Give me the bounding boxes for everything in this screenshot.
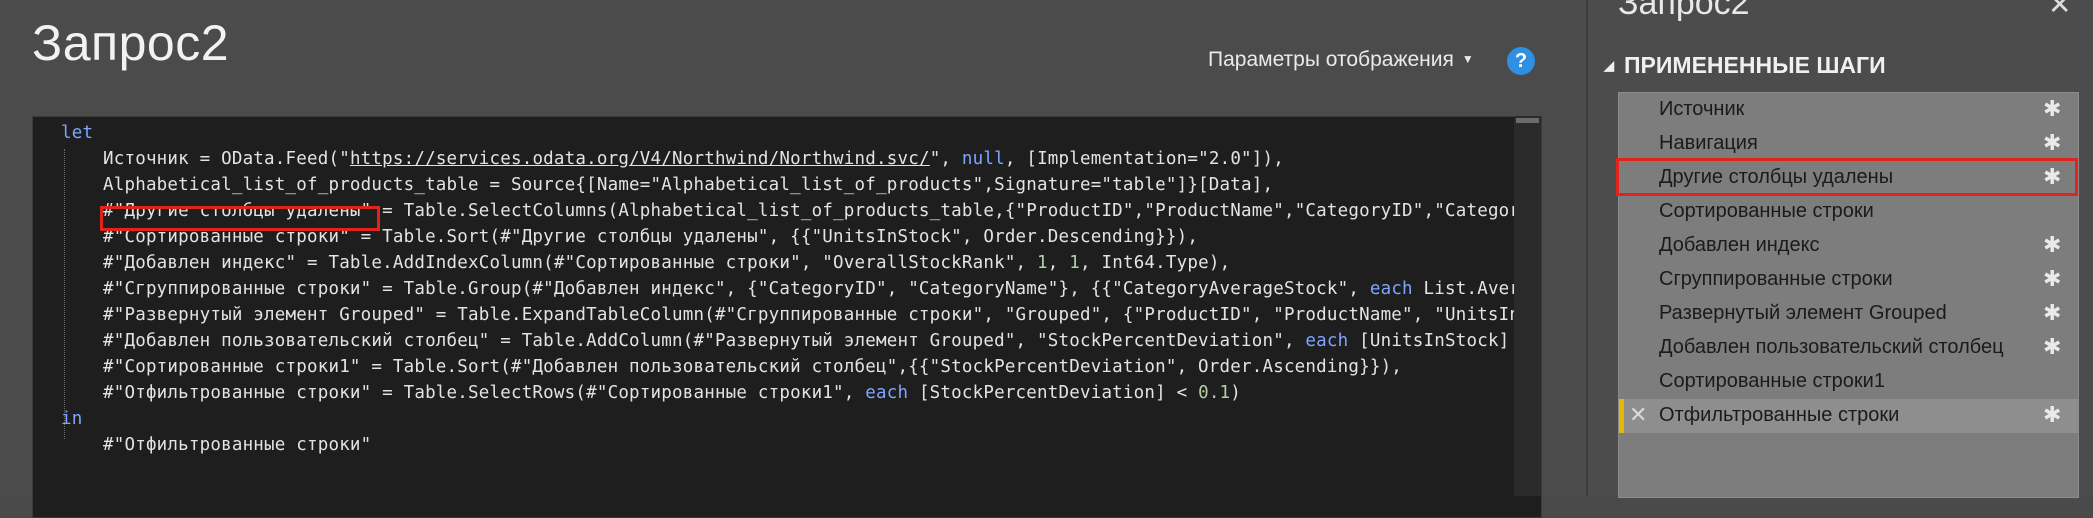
page-title: Запрос2 [32,15,230,71]
gear-icon[interactable]: ✱ [2043,232,2061,258]
chevron-down-icon: ▼ [1461,52,1474,66]
step-sorted-rows[interactable]: Сортированные строки [1619,195,2078,229]
step-navigation[interactable]: Навигация ✱ [1619,127,2078,161]
step-sorted-rows1[interactable]: Сортированные строки1 [1619,365,2078,399]
code-highlight-box [100,206,380,231]
vertical-scrollbar[interactable] [1514,116,1541,496]
step-expanded-grouped[interactable]: Развернутый элемент Grouped ✱ [1619,297,2078,331]
step-label: Сгруппированные строки [1659,268,1893,290]
scrollbar-thumb[interactable] [1516,118,1539,123]
gear-icon[interactable]: ✱ [2043,96,2061,122]
code-line-6: #"Добавлен индекс" = Table.AddIndexColum… [103,253,1231,273]
display-options-label: Параметры отображения [1208,48,1454,71]
step-label: Развернутый элемент Grouped [1659,302,1947,324]
code-area[interactable]: let Источник = OData.Feed("https://servi… [33,123,1539,513]
step-label: Источник [1659,98,1745,120]
step-label: Сортированные строки [1659,200,1874,222]
step-source[interactable]: Источник ✱ [1619,93,2078,127]
code-line-12: in [61,409,83,429]
gear-icon[interactable]: ✱ [2043,266,2061,292]
gear-icon[interactable]: ✱ [2043,402,2061,428]
delete-step-icon[interactable]: ✕ [1629,402,1647,428]
advanced-editor: Запрос2 Параметры отображения ▼ ? let Ист… [0,0,1586,518]
indent-guide [64,149,65,439]
code-line-2: Источник = OData.Feed("https://services.… [103,149,1284,169]
code-line-1: let [61,123,94,143]
code-line-13: #"Отфильтрованные строки" [103,435,372,455]
code-line-7: #"Сгруппированные строки" = Table.Group(… [103,279,1539,299]
panel-title: Запрос2 [1618,0,1750,22]
gear-icon[interactable]: ✱ [2043,334,2061,360]
display-options-dropdown[interactable]: Параметры отображения ▼ [1208,48,1474,72]
code-line-9: #"Добавлен пользовательский столбец" = T… [103,331,1539,351]
step-label: Навигация [1659,132,1758,154]
code-line-3: Alphabetical_list_of_products_table = So… [103,175,1274,195]
step-added-index[interactable]: Добавлен индекс ✱ [1619,229,2078,263]
step-filtered-rows[interactable]: ✕ Отфильтрованные строки ✱ [1619,399,2078,433]
query-settings-panel: Запрос2 ✕ ◢ ПРИМЕНЕННЫЕ ШАГИ Источник ✱ Н… [1588,0,2093,498]
step-label: Добавлен пользовательский столбец [1659,336,2004,358]
step-label: Отфильтрованные строки [1659,404,1900,426]
code-line-11: #"Отфильтрованные строки" = Table.Select… [103,383,1242,403]
applied-steps-header[interactable]: ◢ ПРИМЕНЕННЫЕ ШАГИ [1604,52,1886,79]
code-editor[interactable]: let Источник = OData.Feed("https://servi… [32,116,1542,518]
step-label: Сортированные строки1 [1659,370,1885,392]
applied-steps-list: Источник ✱ Навигация ✱ Другие столбцы уд… [1618,92,2079,498]
close-icon[interactable]: ✕ [2048,0,2071,21]
collapse-triangle-icon: ◢ [1604,58,1614,73]
code-line-8: #"Развернутый элемент Grouped" = Table.E… [103,305,1539,325]
odata-url-link[interactable]: https://services.odata.org/V4/Northwind/… [350,149,930,169]
gear-icon[interactable]: ✱ [2043,300,2061,326]
step-label: Добавлен индекс [1659,234,1820,256]
help-icon[interactable]: ? [1507,47,1535,75]
step-highlight-box [1616,158,2078,196]
code-line-10: #"Сортированные строки1" = Table.Sort(#"… [103,357,1403,377]
gear-icon[interactable]: ✱ [2043,130,2061,156]
applied-steps-label: ПРИМЕНЕННЫЕ ШАГИ [1624,52,1886,78]
step-grouped-rows[interactable]: Сгруппированные строки ✱ [1619,263,2078,297]
step-added-custom-column[interactable]: Добавлен пользовательский столбец ✱ [1619,331,2078,365]
